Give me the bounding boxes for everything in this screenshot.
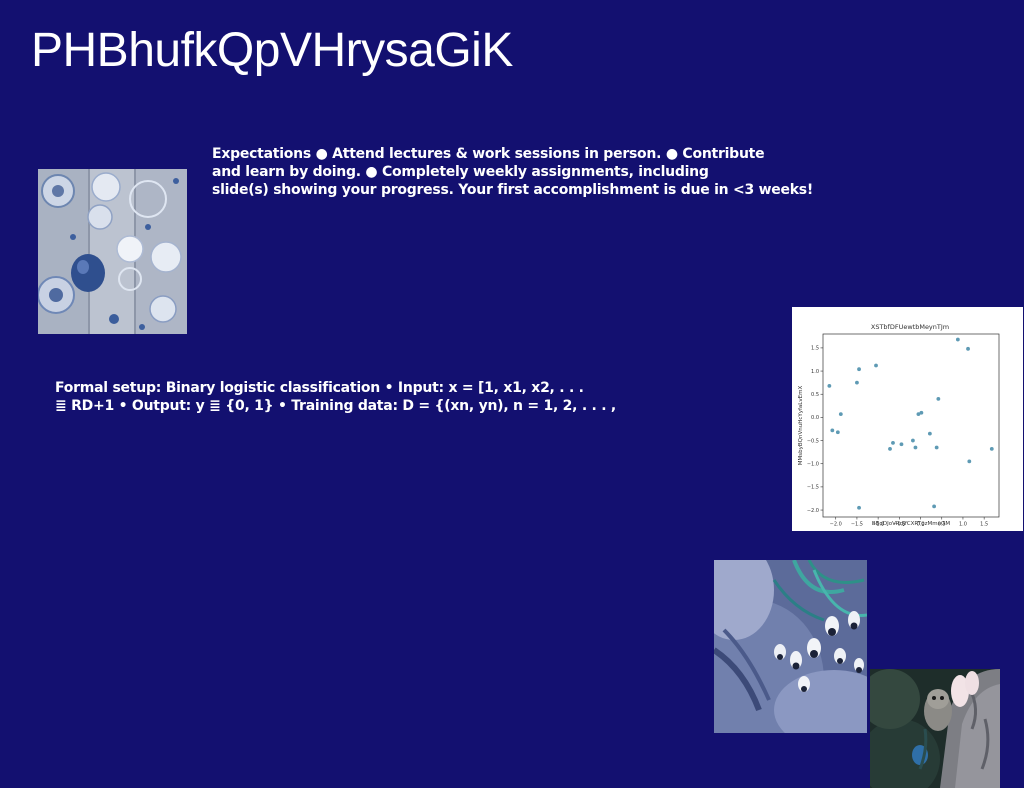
y-tick-label: 0.5 bbox=[811, 392, 819, 398]
scatter-point bbox=[919, 410, 924, 415]
scatter-point bbox=[934, 445, 939, 450]
expectations-line: slide(s) showing your progress. Your fir… bbox=[212, 182, 814, 198]
scatter-point bbox=[857, 505, 861, 510]
expectations-line: and learn by doing. ● Completely weekly … bbox=[212, 164, 709, 180]
feathers-photo bbox=[714, 560, 867, 733]
expectations-text: Expectations ● Attend lectures & work se… bbox=[212, 145, 872, 199]
scatter-point bbox=[955, 337, 960, 342]
scatter-point bbox=[857, 367, 861, 372]
y-tick-label: 1.5 bbox=[811, 346, 819, 352]
y-tick-label: −1.0 bbox=[807, 462, 819, 468]
scatter-point bbox=[899, 442, 904, 447]
scatter-point bbox=[927, 431, 932, 436]
x-tick-label: −1.5 bbox=[851, 522, 863, 528]
scatter-point bbox=[913, 445, 918, 450]
chart-x-axis-label: BBqDJoVRdJfCXRTgzMmeOM bbox=[872, 521, 950, 527]
scatter-point bbox=[835, 430, 840, 435]
formal-setup-line: Formal setup: Binary logistic classifica… bbox=[55, 380, 584, 396]
owl-image bbox=[870, 669, 1000, 788]
scatter-point bbox=[830, 428, 835, 433]
expectations-line: Expectations ● Attend lectures & work se… bbox=[212, 146, 765, 162]
scatter-point bbox=[932, 504, 937, 509]
scatter-point bbox=[936, 396, 941, 401]
owl-photo bbox=[870, 669, 1000, 788]
x-tick-label: 1.5 bbox=[980, 522, 988, 528]
scatter-point bbox=[827, 383, 832, 388]
y-tick-label: 1.0 bbox=[811, 369, 819, 375]
y-tick-label: −0.5 bbox=[807, 438, 819, 444]
y-tick-label: 0.0 bbox=[811, 415, 819, 421]
scatter-point bbox=[855, 380, 859, 385]
y-tick-label: −2.0 bbox=[807, 508, 819, 514]
ornaments-image bbox=[38, 169, 187, 334]
scatter-point bbox=[966, 346, 970, 351]
scatter-point bbox=[967, 459, 972, 464]
slide-title: PHBhufkQpVHrysaGiK bbox=[31, 24, 513, 77]
scatter-point bbox=[874, 363, 878, 368]
scatter-chart-svg: XSTbfDFUewtbMeynTJm −2.0 −1.5 −1.0 −0.5 0.0 0… bbox=[798, 323, 1000, 528]
x-tick-label: −2.0 bbox=[830, 522, 842, 528]
scatter-chart: XSTbfDFUewtbMeynTJm −2.0 −1.5 −1.0 −0.5 0.0 0… bbox=[792, 307, 1023, 531]
chart-y-axis-label: MMsbyBQnVnuHcYyfaLvEmX bbox=[798, 386, 804, 466]
chart-title: XSTbfDFUewtbMeynTJm bbox=[871, 323, 949, 331]
plot-frame bbox=[822, 333, 1000, 518]
formal-setup-line: ≣ RD+1 • Output: y ≣ {0, 1} • Training d… bbox=[55, 398, 616, 414]
scatter-point bbox=[891, 440, 895, 445]
scatter-point bbox=[911, 438, 915, 443]
scatter-point bbox=[888, 446, 892, 451]
scatter-point bbox=[838, 412, 843, 417]
ornaments-photo bbox=[38, 169, 187, 334]
formal-setup-text: Formal setup: Binary logistic classifica… bbox=[55, 379, 616, 415]
x-tick-label: 1.0 bbox=[959, 522, 967, 528]
feathers-image bbox=[714, 560, 867, 733]
scatter-point bbox=[989, 446, 994, 451]
y-tick-label: −1.5 bbox=[807, 485, 819, 491]
